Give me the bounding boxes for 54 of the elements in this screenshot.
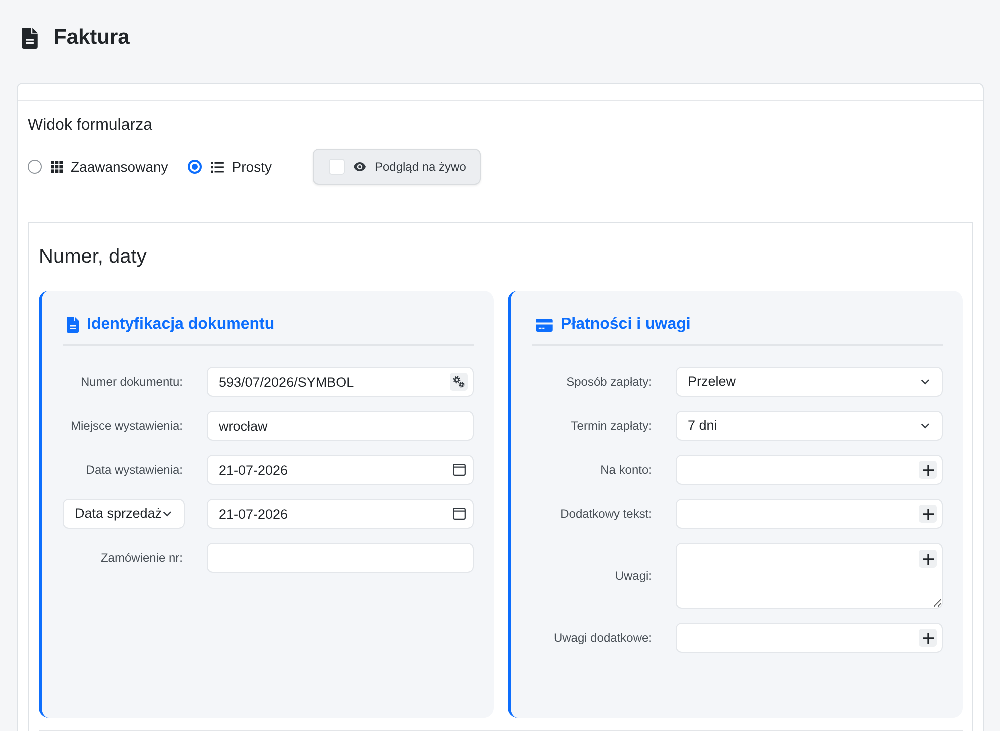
text-field[interactable]: 593/07/2026/SYMBOL	[207, 367, 474, 397]
plus-icon	[922, 632, 934, 644]
field-label: Data wystawienia:	[86, 462, 183, 479]
textarea-field[interactable]	[676, 543, 943, 609]
checkbox[interactable]	[328, 159, 345, 175]
generate-button[interactable]	[450, 373, 468, 391]
chevron-down-icon	[921, 423, 930, 429]
text-field[interactable]	[676, 499, 943, 529]
dropdown[interactable]: 7 dni	[676, 411, 943, 441]
date-field[interactable]: 21-07-2026	[207, 499, 474, 529]
label-dropdown[interactable]: Data sprzedaż	[63, 499, 185, 529]
document-icon	[67, 317, 79, 333]
list-icon	[211, 162, 224, 172]
text-field[interactable]	[676, 623, 943, 653]
field-label: Sposób zapłaty:	[566, 374, 652, 391]
credit-card-icon	[536, 318, 553, 332]
option-label[interactable]: Prosty	[232, 156, 272, 178]
form-view-title: Widok formularza	[28, 116, 152, 136]
text-field[interactable]	[676, 455, 943, 485]
field-label: Zamówienie nr:	[100, 550, 183, 567]
option-label[interactable]: Zaawansowany	[71, 156, 168, 178]
panel-title: Płatności i uwagi	[561, 315, 691, 335]
plus-icon	[922, 554, 934, 564]
radio-button[interactable]	[28, 160, 42, 174]
add-button[interactable]	[919, 461, 937, 479]
calendar-icon[interactable]	[453, 508, 466, 520]
field-label: Miejsce wystawienia:	[70, 418, 183, 435]
add-button[interactable]	[919, 629, 937, 647]
add-button[interactable]	[919, 505, 937, 523]
live-preview-button[interactable]: Podgląd na żywo	[312, 149, 482, 185]
grid-icon	[51, 161, 63, 173]
calendar-icon[interactable]	[453, 464, 466, 476]
chevron-down-icon	[163, 511, 172, 517]
field-label: Na konto:	[600, 462, 652, 479]
eye-icon	[354, 162, 366, 172]
gears-icon	[453, 376, 465, 388]
text-field[interactable]: wrocław	[207, 411, 474, 441]
date-field[interactable]: 21-07-2026	[207, 455, 474, 485]
field-label: Uwagi dodatkowe:	[554, 630, 652, 647]
section-title: Numer, daty	[39, 245, 147, 270]
add-button[interactable]	[919, 550, 937, 568]
radio-button[interactable]	[188, 160, 202, 174]
panel-title: Identyfikacja dokumentu	[87, 315, 275, 335]
field-label: Uwagi:	[615, 568, 652, 585]
text-field[interactable]	[207, 543, 474, 573]
plus-icon	[922, 464, 934, 476]
field-label: Dodatkowy tekst:	[560, 506, 652, 523]
dropdown[interactable]: Przelew	[676, 367, 943, 397]
chevron-down-icon	[921, 379, 930, 385]
plus-icon	[922, 508, 934, 520]
field-label: Numer dokumentu:	[80, 374, 183, 391]
document-icon	[22, 28, 38, 48]
field-label: Termin zapłaty:	[571, 418, 652, 435]
page-title: Faktura	[54, 25, 130, 52]
